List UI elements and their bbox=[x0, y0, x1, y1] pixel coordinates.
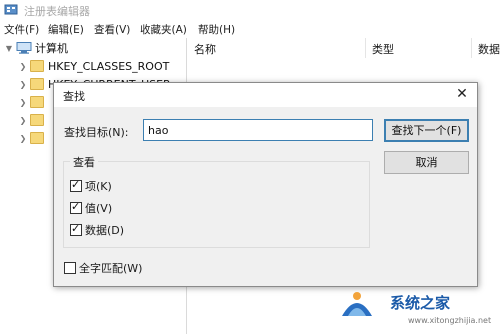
tree-item[interactable]: ❯ bbox=[18, 93, 48, 111]
menu-file[interactable]: 文件(F) bbox=[4, 22, 39, 37]
checkbox[interactable] bbox=[64, 262, 76, 274]
cancel-button[interactable]: 取消 bbox=[384, 151, 469, 174]
option-values-checkbox[interactable]: ✓ 值(V) bbox=[70, 200, 112, 216]
folder-icon bbox=[30, 78, 44, 90]
check-icon: ✓ bbox=[71, 222, 81, 235]
tree-label-computer: 计算机 bbox=[35, 42, 68, 55]
folder-icon bbox=[30, 60, 44, 72]
close-icon[interactable]: ✕ bbox=[453, 85, 471, 103]
checkbox[interactable]: ✓ bbox=[70, 222, 82, 236]
find-target-input[interactable] bbox=[143, 119, 373, 141]
chevron-right-icon[interactable]: ❯ bbox=[18, 98, 28, 107]
find-dialog: 查找 ✕ 查找目标(N): 查找下一个(F) 取消 查看 ✓ 项(K) ✓ 值(… bbox=[53, 82, 478, 287]
checkbox[interactable]: ✓ bbox=[70, 200, 82, 214]
tree-item-hkcr[interactable]: ❯ HKEY_CLASSES_ROOT bbox=[18, 57, 170, 75]
dialog-title-bar[interactable]: 查找 ✕ bbox=[54, 83, 477, 107]
watermark-url: www.xitongzhijia.net bbox=[408, 316, 492, 325]
dialog-title: 查找 bbox=[63, 90, 85, 103]
registry-editor-icon bbox=[4, 4, 18, 15]
chevron-right-icon[interactable]: ❯ bbox=[18, 80, 28, 89]
menu-bar: 文件(F) 编辑(E) 查看(V) 收藏夹(A) 帮助(H) bbox=[0, 20, 500, 38]
folder-icon bbox=[30, 132, 44, 144]
option-data-checkbox[interactable]: ✓ 数据(D) bbox=[70, 222, 124, 238]
column-header-data[interactable]: 数据 bbox=[472, 38, 500, 58]
chevron-down-icon[interactable]: ▼ bbox=[4, 44, 14, 53]
tree-item[interactable]: ❯ bbox=[18, 111, 48, 129]
option-keys-checkbox[interactable]: ✓ 项(K) bbox=[70, 178, 112, 194]
check-icon: ✓ bbox=[71, 200, 81, 213]
option-keys-label: 项(K) bbox=[85, 180, 112, 193]
menu-favorites[interactable]: 收藏夹(A) bbox=[140, 22, 187, 37]
menu-edit[interactable]: 编辑(E) bbox=[48, 22, 84, 37]
title-bar: 注册表编辑器 bbox=[0, 0, 500, 20]
find-target-label: 查找目标(N): bbox=[64, 126, 129, 139]
menu-help[interactable]: 帮助(H) bbox=[198, 22, 235, 37]
look-at-group-title: 查看 bbox=[70, 154, 98, 170]
chevron-right-icon[interactable]: ❯ bbox=[18, 62, 28, 71]
column-header-type[interactable]: 类型 bbox=[366, 38, 472, 58]
match-whole-string-checkbox[interactable]: 全字匹配(W) bbox=[64, 260, 142, 276]
find-next-button[interactable]: 查找下一个(F) bbox=[384, 119, 469, 142]
folder-icon bbox=[30, 96, 44, 108]
look-at-group: 查看 ✓ 项(K) ✓ 值(V) ✓ 数据(D) bbox=[63, 154, 370, 248]
chevron-right-icon[interactable]: ❯ bbox=[18, 116, 28, 125]
checkbox[interactable]: ✓ bbox=[70, 178, 82, 192]
tree-item[interactable]: ❯ bbox=[18, 129, 48, 147]
check-icon: ✓ bbox=[71, 178, 81, 191]
chevron-right-icon[interactable]: ❯ bbox=[18, 134, 28, 143]
watermark-logo-icon bbox=[342, 292, 372, 316]
tree-label-hkcr: HKEY_CLASSES_ROOT bbox=[48, 59, 170, 73]
option-data-label: 数据(D) bbox=[85, 224, 125, 237]
window-title: 注册表编辑器 bbox=[24, 5, 90, 18]
watermark-text: 系统之家 bbox=[390, 294, 451, 312]
computer-icon bbox=[16, 42, 32, 54]
folder-icon bbox=[30, 114, 44, 126]
watermark: 系统之家 www.xitongzhijia.net bbox=[328, 278, 500, 334]
match-whole-string-label: 全字匹配(W) bbox=[79, 262, 143, 275]
column-header-name[interactable]: 名称 bbox=[188, 38, 366, 58]
tree-item-computer[interactable]: ▼ 计算机 bbox=[4, 39, 68, 57]
menu-view[interactable]: 查看(V) bbox=[94, 22, 130, 37]
option-values-label: 值(V) bbox=[85, 202, 113, 215]
